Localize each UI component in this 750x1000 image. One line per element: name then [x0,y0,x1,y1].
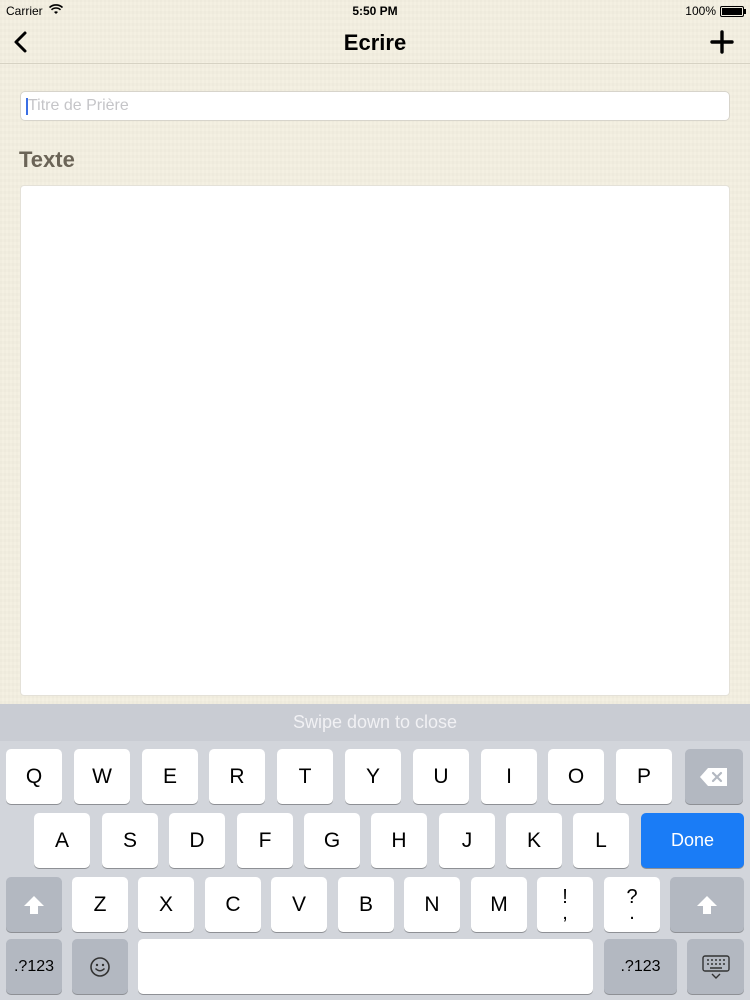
navigation-bar: Ecrire [0,22,750,64]
key-t[interactable]: T [277,749,333,804]
key-y[interactable]: Y [345,749,401,804]
text-cursor [26,98,28,115]
key-n[interactable]: N [404,877,460,932]
numbers-key-right[interactable]: .?123 [604,939,677,994]
key-w[interactable]: W [74,749,130,804]
emoji-key[interactable] [72,939,128,994]
key-c[interactable]: C [205,877,261,932]
shift-key-right[interactable] [670,877,744,932]
key-r[interactable]: R [209,749,265,804]
page-title: Ecrire [343,30,407,55]
key-j[interactable]: J [439,813,495,868]
shift-key-left[interactable] [6,877,62,932]
key-a[interactable]: A [34,813,90,868]
key-l[interactable]: L [573,813,629,868]
key-e[interactable]: E [142,749,198,804]
key-f[interactable]: F [237,813,293,868]
on-screen-keyboard: Swipe down to close Q W E R T Y U I O P … [0,704,750,1000]
prayer-title-input[interactable] [20,91,730,121]
text-section-label: Texte [19,147,75,172]
status-bar: Carrier 5:50 PM 100% [0,0,750,22]
emoji-icon [90,956,110,977]
key-k[interactable]: K [506,813,562,868]
delete-key[interactable] [685,749,743,804]
numbers-key-left[interactable]: .?123 [6,939,62,994]
key-i[interactable]: I [481,749,537,804]
key-q[interactable]: Q [6,749,62,804]
keyboard-dismiss-icon [701,954,730,979]
swipe-hint-bar[interactable]: Swipe down to close [0,704,750,741]
shift-icon [697,895,717,914]
clock: 5:50 PM [352,4,398,18]
done-key[interactable]: Done [641,813,744,868]
backspace-icon [700,767,727,786]
hide-keyboard-key[interactable] [687,939,744,994]
key-v[interactable]: V [271,877,327,932]
key-h[interactable]: H [371,813,427,868]
key-g[interactable]: G [304,813,360,868]
battery-icon [720,6,746,17]
plus-icon[interactable] [708,28,736,56]
key-u[interactable]: U [413,749,469,804]
key-s[interactable]: S [102,813,158,868]
key-d[interactable]: D [169,813,225,868]
key-m[interactable]: M [471,877,527,932]
key-p[interactable]: P [616,749,672,804]
key-question-period[interactable]: ? . [604,877,660,932]
space-bar[interactable] [138,939,593,994]
battery-percent: 100% [685,4,716,18]
shift-icon [24,895,44,914]
key-period-label: . [629,901,635,924]
prayer-text-area[interactable] [20,185,730,696]
key-b[interactable]: B [338,877,394,932]
key-comma-label: , [562,901,568,924]
key-z[interactable]: Z [72,877,128,932]
key-exclaim-comma[interactable]: ! , [537,877,593,932]
key-o[interactable]: O [548,749,604,804]
key-x[interactable]: X [138,877,194,932]
